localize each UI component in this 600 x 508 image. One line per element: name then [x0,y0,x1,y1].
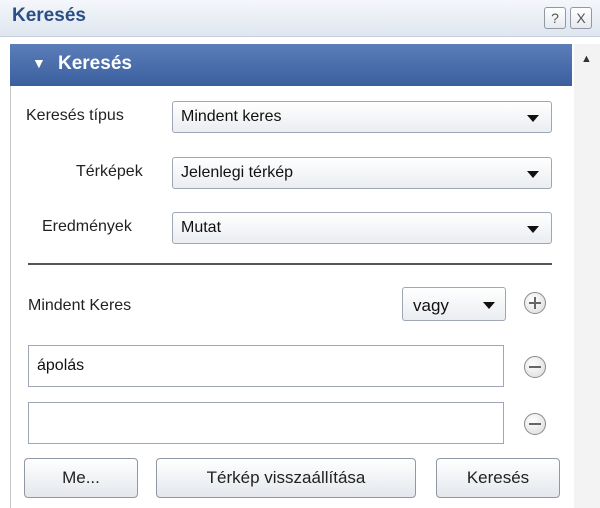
help-button[interactable]: ? [544,7,566,29]
minus-circle-icon [529,423,541,425]
close-button[interactable]: X [570,7,592,29]
maps-value: Jelenlegi térkép [181,164,294,181]
operator-select[interactable]: vagy [402,287,506,321]
maps-label: Térképek [76,163,143,180]
search-button[interactable]: Keresés [436,458,560,498]
chevron-down-icon [527,171,539,178]
panel-left-border [10,86,11,508]
search-type-label: Keresés típus [26,107,124,124]
search-term-input-1[interactable] [28,345,504,387]
chevron-down-icon [527,226,539,233]
collapse-arrow-icon: ▼ [32,55,46,71]
vertical-scrollbar[interactable]: ▲ [574,44,600,508]
results-label: Eredmények [42,218,132,235]
more-button[interactable]: Me... [24,458,138,498]
search-section-header[interactable]: ▼ Keresés [10,44,572,86]
window-title: Keresés [12,5,86,26]
section-divider [28,263,552,265]
results-value: Mutat [181,219,222,236]
results-select[interactable]: Mutat [172,212,552,244]
section-title: Keresés [58,53,132,74]
chevron-down-icon [527,115,539,122]
minus-circle-icon [529,366,541,368]
add-criterion-button[interactable] [524,292,546,314]
search-term-input-2[interactable] [28,402,504,444]
search-type-select[interactable]: Mindent keres [172,101,552,133]
maps-select[interactable]: Jelenlegi térkép [172,157,552,189]
title-bar: Keresés ? X [0,0,600,37]
remove-criterion-button-1[interactable] [524,356,546,378]
remove-criterion-button-2[interactable] [524,413,546,435]
reset-map-button[interactable]: Térkép visszaállítása [156,458,416,498]
chevron-down-icon [483,302,495,309]
search-type-value: Mindent keres [181,108,282,125]
arrow-up-icon[interactable]: ▲ [581,53,592,65]
criteria-label: Mindent Keres [28,297,132,314]
search-dialog: Keresés ? X ▼ Keresés ▲ Keresés típus Mi… [0,0,600,508]
operator-value: vagy [413,296,449,315]
